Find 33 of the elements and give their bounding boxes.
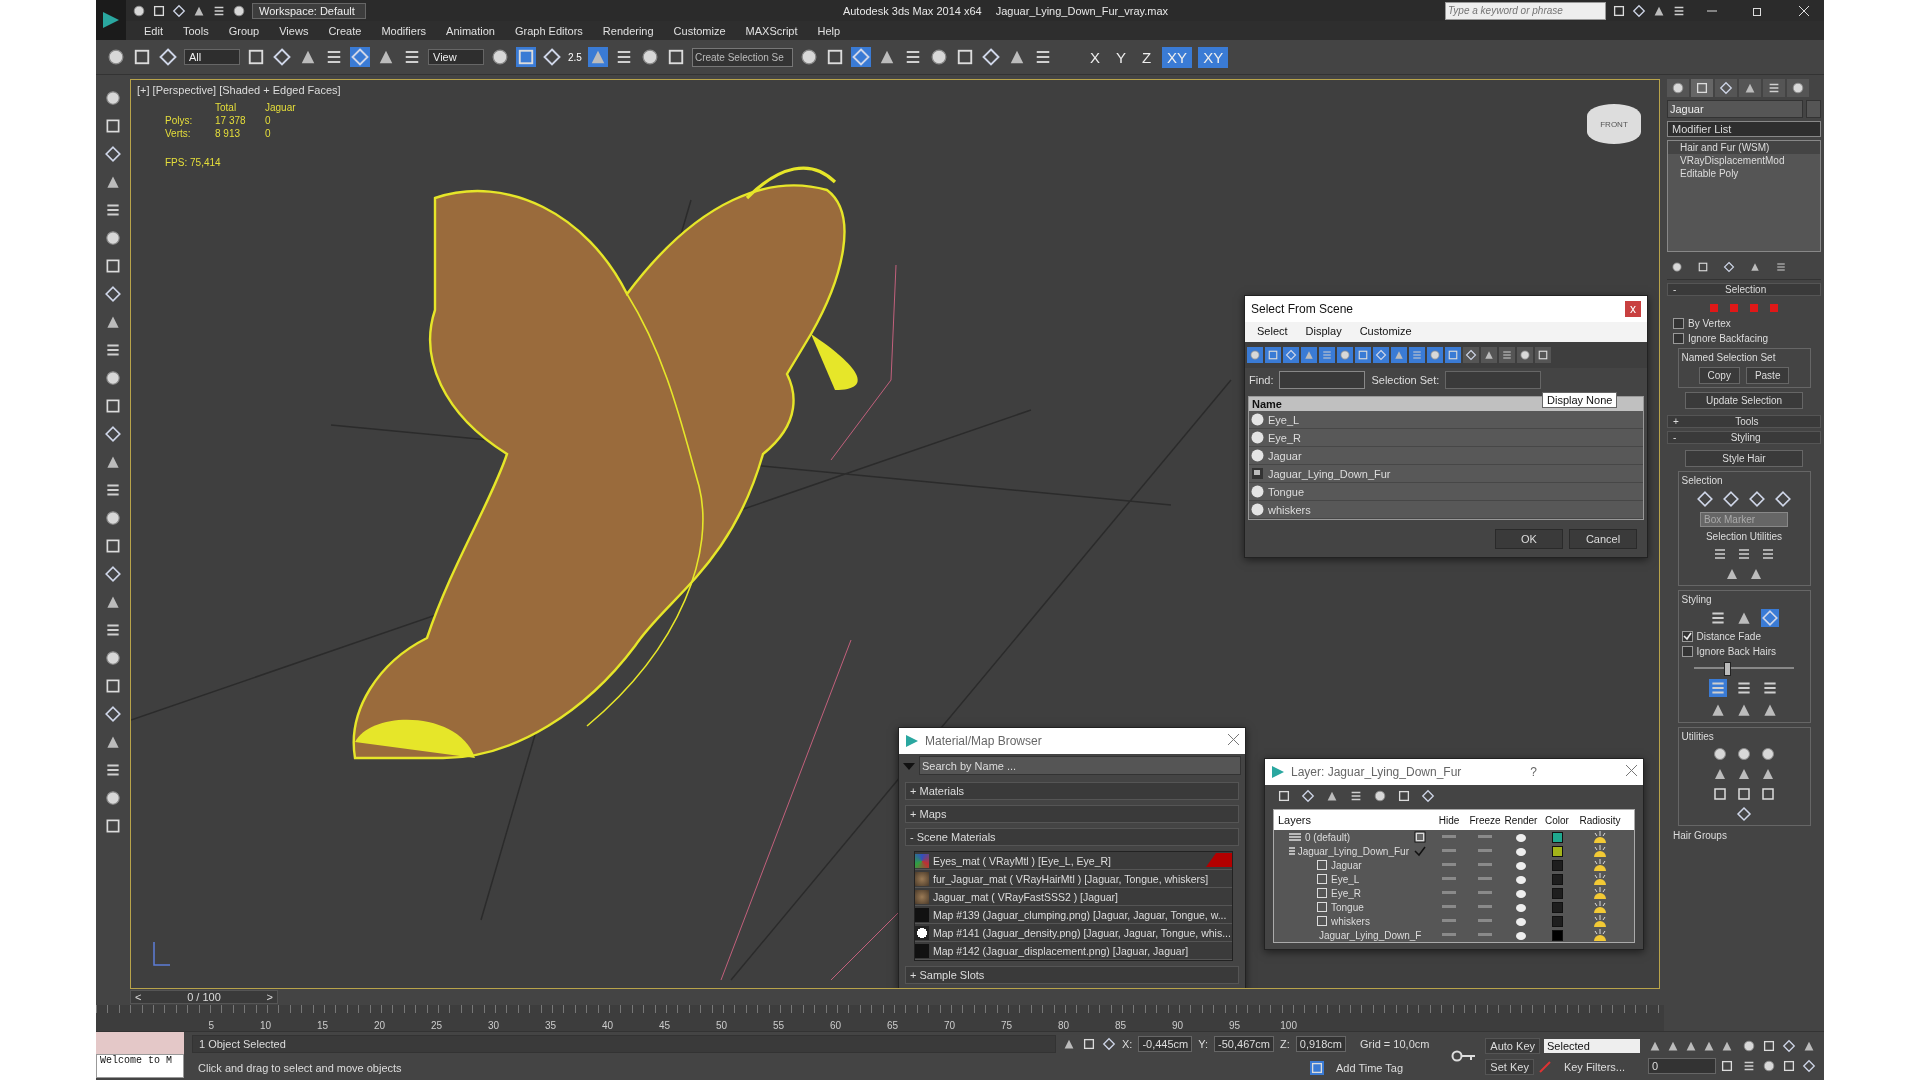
- file-name: Jaguar_Lying_Down_Fur_vray.max: [995, 4, 1169, 17]
- find-label: Find:: [1249, 374, 1274, 386]
- dialog-title: Layer: Jaguar_Lying_Down_Fur: [1291, 765, 1462, 779]
- checkbox-label: Ignore Back Hairs: [1696, 646, 1776, 657]
- coordinate-label: Z:: [1280, 1038, 1290, 1050]
- stats-label: Verts:: [165, 128, 192, 139]
- coordinate-label: X:: [1122, 1038, 1133, 1050]
- selection-status: 1 Object Selected: [192, 1035, 1056, 1053]
- checkbox-label: By Vertex: [1688, 318, 1731, 329]
- checkbox-label: Distance Fade: [1696, 631, 1761, 642]
- selection-set-label: Selection Set:: [1371, 374, 1440, 386]
- coordinate-label: Y:: [1198, 1038, 1209, 1050]
- dialog-title: Material/Map Browser: [925, 734, 1042, 748]
- prompt-text: Click and drag to select and move objects: [197, 1061, 403, 1076]
- checkbox-label: Ignore Backfacing: [1688, 333, 1769, 344]
- group-label: Hair Groups: [1673, 830, 1727, 841]
- group-label: Named Selection Set: [1681, 352, 1776, 363]
- group-label: Utilities: [1681, 731, 1714, 742]
- group-label: Selection Utilities: [1705, 531, 1783, 542]
- fps-readout: FPS: 75,414: [165, 157, 222, 168]
- stats-header: Total: [215, 102, 238, 113]
- group-label: Styling: [1681, 594, 1712, 605]
- stats-header: Jaguar: [265, 102, 297, 113]
- group-label: Selection: [1681, 475, 1723, 486]
- stats-label: Polys:: [165, 115, 194, 126]
- stats-value: 0: [265, 128, 272, 139]
- app-title: Autodesk 3ds Max 2014 x64: [842, 4, 982, 17]
- stats-value: 8 913: [215, 128, 242, 139]
- stats-value: 0: [265, 115, 272, 126]
- grid-size: Grid = 10,0cm: [1359, 1038, 1431, 1050]
- stats-value: 17 378: [215, 115, 247, 126]
- tooltip: Display None: [1542, 392, 1618, 408]
- dialog-title: Select From Scene: [1251, 302, 1354, 316]
